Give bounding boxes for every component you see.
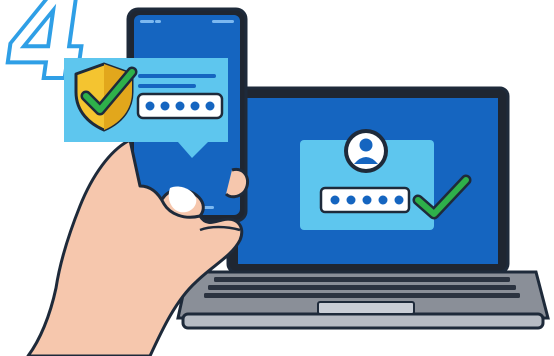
laptop-trackpad: [317, 301, 415, 315]
phone-status-left: [140, 20, 154, 23]
two-factor-illustration: 4: [0, 0, 554, 356]
phone-status-left-dot: [155, 20, 161, 23]
phone-status-right: [212, 20, 234, 23]
laptop-keyboard: [204, 277, 520, 298]
laptop-base-front: [181, 312, 545, 330]
popup-text-line-1: [138, 74, 216, 78]
popup-text-line-2: [138, 84, 196, 88]
laptop-password-field: [319, 186, 411, 214]
phone-password-field: [136, 92, 224, 120]
user-avatar-icon: [344, 129, 388, 173]
